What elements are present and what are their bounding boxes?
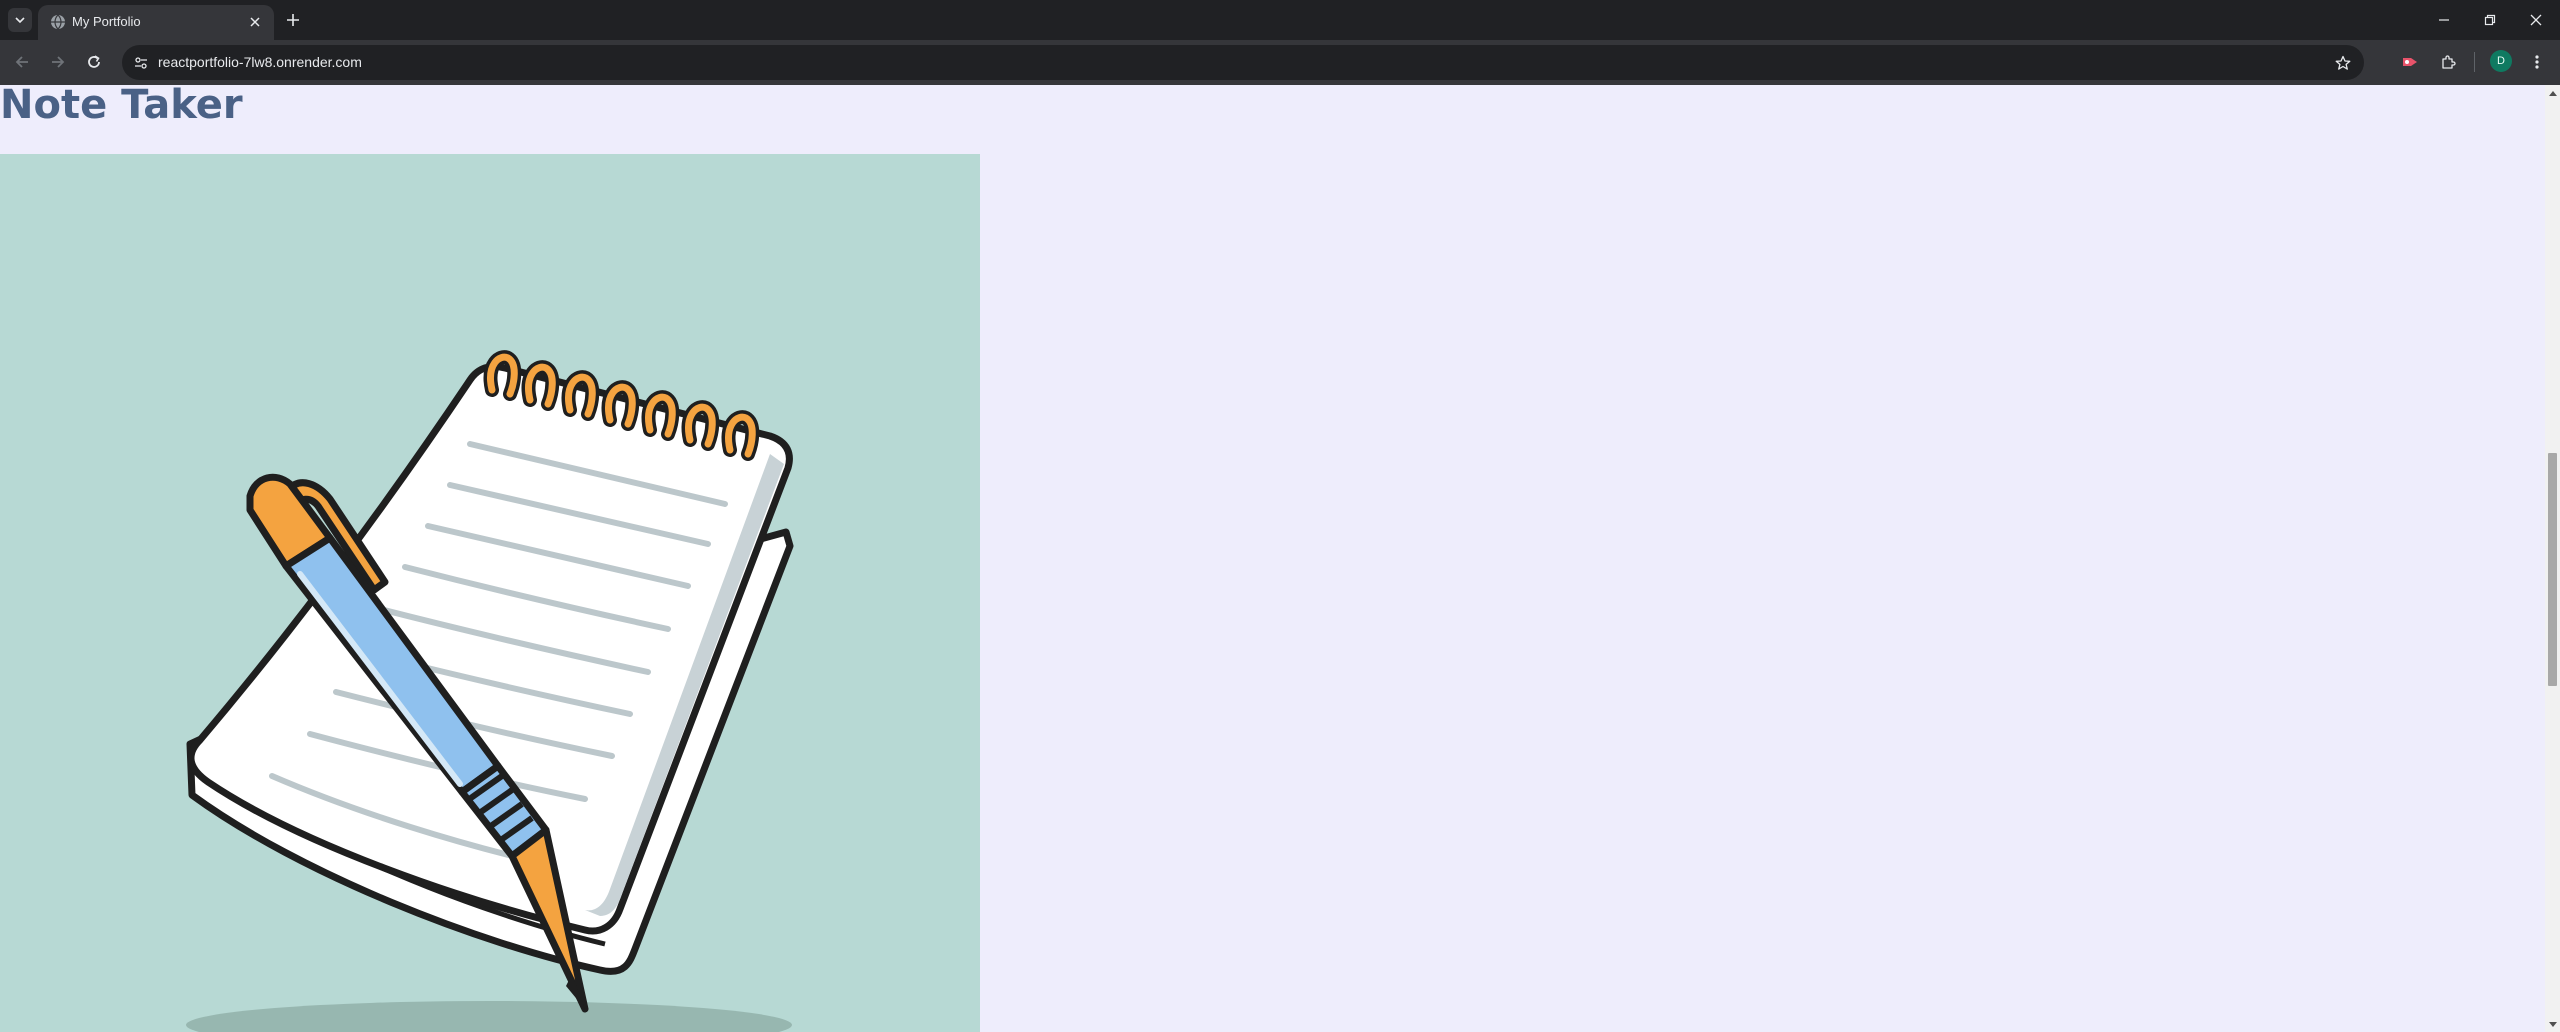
back-arrow-icon: [15, 56, 28, 68]
close-icon: [2530, 14, 2542, 26]
browser-toolbar: reactportfolio-7lw8.onrender.com: [0, 40, 2560, 85]
star-icon: [2335, 55, 2351, 70]
minimize-icon: [2439, 19, 2449, 21]
url-text: reactportfolio-7lw8.onrender.com: [158, 54, 362, 70]
extension-icon: [2403, 58, 2417, 66]
scroll-down-button[interactable]: [2545, 1017, 2560, 1032]
bookmark-button[interactable]: [2332, 52, 2354, 74]
tab-search-button[interactable]: [8, 8, 32, 32]
scroll-up-arrow-icon: [2548, 90, 2557, 96]
restore-button[interactable]: [2476, 6, 2504, 34]
browser-tab[interactable]: My Portfolio: [38, 5, 274, 40]
reload-icon: [88, 55, 100, 68]
tab-close-button[interactable]: [246, 13, 264, 31]
browser-menu-button[interactable]: [2525, 50, 2549, 74]
notepad-illustration: [186, 350, 794, 1032]
forward-arrow-icon: [52, 56, 65, 68]
project-image[interactable]: [0, 154, 980, 1032]
scroll-up-button[interactable]: [2545, 85, 2560, 100]
back-button[interactable]: [10, 50, 34, 74]
globe-icon: [51, 14, 65, 30]
tab-title: My Portfolio: [72, 14, 141, 29]
site-info-icon: [135, 57, 147, 69]
reload-button[interactable]: [82, 50, 106, 74]
close-icon: [250, 17, 260, 27]
minimize-button[interactable]: [2430, 6, 2458, 34]
project-title: Note Taker: [0, 85, 243, 128]
close-window-button[interactable]: [2522, 6, 2550, 34]
extensions-menu-button[interactable]: [2436, 50, 2460, 74]
page-content: Note Taker: [0, 85, 2545, 1032]
page-scrollbar[interactable]: [2545, 85, 2560, 1032]
profile-avatar[interactable]: D: [2490, 50, 2512, 72]
puzzle-icon: [2442, 55, 2456, 69]
toolbar-divider: [2474, 52, 2475, 72]
tab-strip: My Portfolio: [0, 0, 2560, 40]
restore-icon: [2484, 14, 2496, 26]
site-info-button[interactable]: [130, 52, 152, 74]
address-bar[interactable]: reactportfolio-7lw8.onrender.com: [122, 45, 2364, 80]
kebab-menu-icon: [2535, 55, 2539, 69]
extension-button[interactable]: [2398, 50, 2422, 74]
scroll-thumb[interactable]: [2548, 453, 2557, 686]
chevron-down-icon: [15, 17, 25, 24]
plus-icon: [287, 14, 299, 26]
forward-button[interactable]: [46, 50, 70, 74]
new-tab-button[interactable]: [282, 9, 304, 31]
scroll-down-arrow-icon: [2548, 1021, 2557, 1027]
